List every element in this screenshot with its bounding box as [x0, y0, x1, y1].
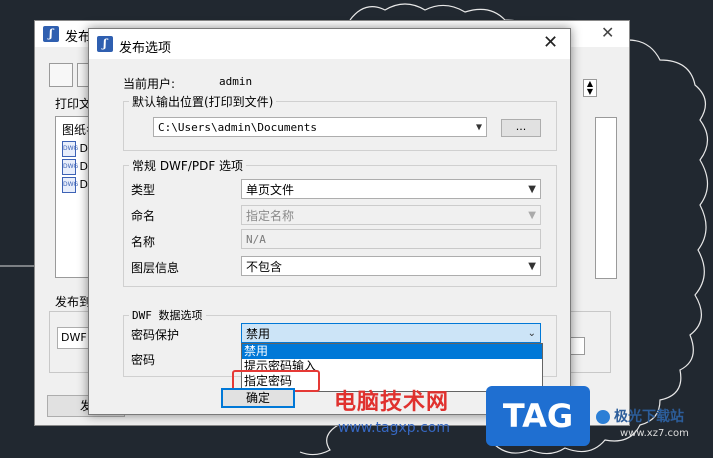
sheet-list-scrollbar[interactable]	[595, 117, 617, 279]
watermark-site-name: 电脑技术网	[334, 390, 450, 415]
output-location-legend: 默认输出位置(打印到文件)	[129, 93, 277, 110]
output-path-select[interactable]: C:\Users\admin\Documents ▼	[153, 117, 487, 137]
ok-button[interactable]: 确定	[221, 388, 295, 408]
password-label: 密码	[131, 353, 156, 367]
option-disabled[interactable]: 禁用	[242, 344, 542, 359]
password-protect-value: 禁用	[246, 327, 271, 341]
chevron-down-icon: ▼	[528, 210, 536, 221]
watermark-site-url: www.tagxp.com	[338, 420, 450, 436]
publish-to-label: 发布到	[55, 295, 92, 309]
general-options-legend: 常规 DWF/PDF 选项	[129, 157, 247, 174]
naming-select[interactable]: 指定名称 ▼	[241, 205, 541, 225]
publish-window-close-icon[interactable]: ✕	[601, 23, 614, 42]
password-protect-label: 密码保护	[131, 328, 180, 342]
layer-info-label: 图层信息	[131, 261, 180, 275]
dialog-close-icon[interactable]: ✕	[543, 32, 558, 53]
chevron-down-icon: ▼	[475, 122, 482, 133]
layer-info-select[interactable]: 不包含 ▼	[241, 256, 541, 276]
name-label: 名称	[131, 235, 156, 249]
name-field[interactable]: N/A	[241, 229, 541, 249]
spinner-icon[interactable]: ▲ ▼	[583, 79, 597, 97]
add-sheets-icon[interactable]	[49, 63, 73, 87]
print-files-label: 打印文	[55, 97, 92, 111]
browse-button[interactable]: ...	[501, 119, 541, 137]
dialog-title: 发布选项	[119, 41, 172, 56]
current-user-label: 当前用户:	[123, 77, 176, 91]
dialog-titlebar: ʃ 发布选项 ✕	[89, 29, 570, 59]
publish-options-dialog: ʃ 发布选项 ✕ 当前用户: admin 默认输出位置(打印到文件) C:\Us…	[88, 28, 571, 415]
dwg-file-icon: DWG	[62, 177, 78, 193]
type-select[interactable]: 单页文件 ▼	[241, 179, 541, 199]
chevron-down-icon: ▼	[528, 261, 536, 272]
dwg-file-icon: DWG	[62, 159, 78, 175]
app-logo-icon: ʃ	[97, 36, 113, 52]
type-label: 类型	[131, 183, 156, 197]
output-path-value: C:\Users\admin\Documents	[158, 121, 317, 134]
password-protect-select[interactable]: 禁用 ⌄	[241, 323, 541, 343]
tag-logo: TAG	[486, 386, 590, 446]
type-value: 单页文件	[246, 183, 295, 197]
dwf-data-legend: DWF 数据选项	[129, 307, 206, 323]
watermark-site2-url: www.xz7.com	[620, 428, 689, 439]
layer-info-value: 不包含	[246, 260, 283, 274]
naming-value: 指定名称	[246, 209, 295, 223]
naming-label: 命名	[131, 209, 156, 223]
app-logo-icon: ʃ	[43, 26, 59, 42]
chevron-down-icon: ⌄	[527, 328, 536, 339]
aurora-logo-icon	[596, 410, 610, 424]
current-user-value: admin	[219, 75, 253, 88]
dwg-file-icon: DWG	[62, 141, 78, 157]
chevron-down-icon: ▼	[528, 184, 536, 195]
watermark-site2-name: 极光下载站	[614, 409, 684, 425]
